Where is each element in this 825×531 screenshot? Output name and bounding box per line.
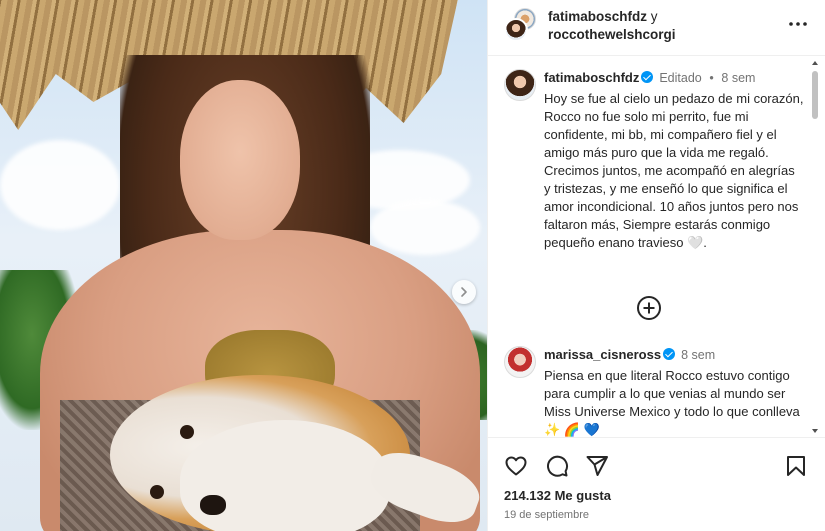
more-options-button[interactable] [786, 12, 810, 36]
comment-age[interactable]: 8 sem [681, 348, 715, 362]
scrollbar[interactable] [811, 57, 819, 437]
share-icon [586, 456, 608, 476]
verified-badge-icon [663, 348, 676, 360]
plus-circle-icon [637, 296, 661, 320]
commenter-avatar[interactable] [504, 346, 536, 378]
post-panel: fatimaboschfdz y roccothewelshcorgi fati… [487, 0, 825, 531]
next-image-button[interactable] [452, 280, 476, 304]
caption-avatar[interactable] [504, 69, 536, 101]
header-username-line: fatimaboschfdz y [548, 9, 658, 24]
comment-username[interactable]: marissa_cisneross [544, 347, 661, 362]
header-user1[interactable]: fatimaboschfdz [548, 9, 647, 24]
cloud [0, 140, 120, 230]
comment-text: Piensa en que literal Rocco estuvo conti… [544, 368, 800, 437]
caption-body: fatimaboschfdz Editado • 8 sem Hoy se fue… [544, 69, 804, 252]
comments-section: fatimaboschfdz Editado • 8 sem Hoy se fue… [488, 57, 818, 437]
scroll-down-arrow-icon[interactable] [811, 427, 819, 435]
comment-button[interactable] [545, 454, 569, 478]
post-photo [0, 0, 487, 531]
like-button[interactable] [504, 454, 528, 478]
heart-icon [505, 456, 527, 476]
bookmark-icon [787, 456, 805, 476]
header-user2[interactable]: roccothewelshcorgi [548, 27, 676, 42]
cloud [370, 200, 480, 255]
post-date[interactable]: 19 de septiembre [504, 509, 589, 521]
action-bar: 214.132 Me gusta 19 de septiembre [488, 437, 825, 531]
caption-text: Hoy se fue al cielo un pedazo de mi cora… [544, 91, 804, 250]
comment-body: marissa_cisneross 8 sem Piensa en que lit… [544, 346, 804, 437]
caption: fatimaboschfdz Editado • 8 sem Hoy se fue… [504, 69, 804, 284]
comment-item: marissa_cisneross 8 sem Piensa en que lit… [504, 346, 804, 437]
likes-count[interactable]: 214.132 Me gusta [504, 488, 611, 503]
comment-icon [547, 455, 569, 477]
chevron-right-icon [461, 287, 467, 297]
dog-nose [200, 495, 226, 515]
dog-eye [180, 425, 194, 439]
scrollbar-thumb[interactable] [812, 71, 818, 119]
verified-badge-icon [641, 71, 654, 83]
more-horizontal-icon [789, 22, 807, 26]
face [180, 80, 300, 240]
save-button[interactable] [784, 454, 808, 478]
edited-label: Editado [659, 71, 702, 85]
header-conjunction: y [650, 9, 658, 24]
scroll-up-arrow-icon[interactable] [811, 59, 819, 67]
dog-eye [150, 485, 164, 499]
caption-age[interactable]: 8 sem [721, 71, 755, 85]
meta-separator: • [709, 71, 714, 85]
post-header: fatimaboschfdz y roccothewelshcorgi [488, 0, 825, 56]
load-more-comments-button[interactable] [636, 295, 662, 321]
share-button[interactable] [585, 454, 609, 478]
caption-username[interactable]: fatimaboschfdz [544, 70, 639, 85]
owner-avatar[interactable] [504, 18, 528, 42]
